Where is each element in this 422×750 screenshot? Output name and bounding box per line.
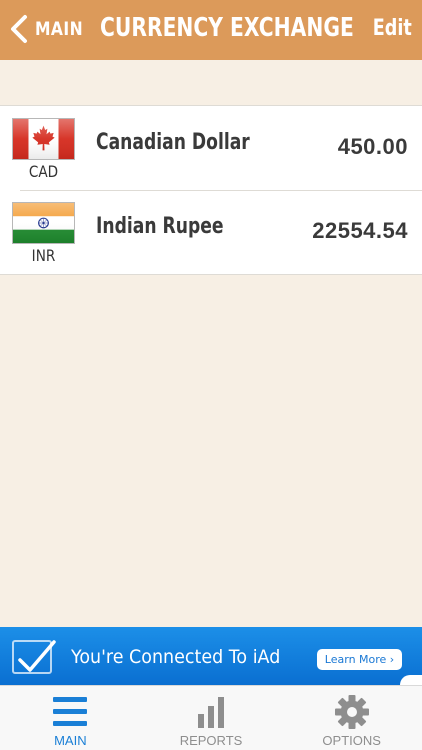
tab-label: MAIN — [54, 733, 87, 748]
checkmark-icon — [12, 640, 56, 674]
tab-main[interactable]: MAIN — [0, 686, 141, 750]
gear-icon — [334, 695, 369, 729]
iad-banner[interactable]: You're Connected To iAd Learn More › — [0, 627, 422, 685]
back-button-label: MAIN — [35, 18, 84, 40]
currency-code: CAD — [28, 162, 59, 181]
currency-amount: 22554.54 — [312, 218, 408, 243]
bar-chart-icon — [198, 697, 224, 728]
learn-more-button[interactable]: Learn More › — [317, 649, 402, 670]
tab-bar: MAIN REPORTS OPTIONS — [0, 685, 422, 750]
tab-label: OPTIONS — [322, 733, 381, 748]
page-title: CURRENCY EXCHANGE — [100, 13, 354, 43]
menu-icon — [53, 697, 88, 726]
currency-list: CAD Canadian Dollar 450.00 INR Indian Ru… — [0, 105, 422, 275]
currency-code: INR — [31, 246, 56, 265]
tab-options[interactable]: OPTIONS — [281, 686, 422, 750]
currency-amount: 450.00 — [337, 134, 408, 159]
india-flag-icon — [12, 202, 75, 244]
back-button[interactable]: MAIN — [8, 10, 94, 48]
ad-message: You're Connected To iAd — [71, 646, 281, 668]
canada-flag-icon — [12, 118, 75, 160]
currency-row-inr[interactable]: INR Indian Rupee 22554.54 — [0, 190, 422, 274]
currency-name: Canadian Dollar — [96, 130, 250, 155]
currency-row-cad[interactable]: CAD Canadian Dollar 450.00 — [0, 106, 422, 190]
tab-reports[interactable]: REPORTS — [141, 686, 282, 750]
ad-corner-tab — [400, 675, 422, 685]
tab-label: REPORTS — [179, 733, 243, 748]
edit-button[interactable]: Edit — [373, 12, 412, 46]
chevron-left-icon — [11, 15, 27, 43]
navigation-bar: MAIN CURRENCY EXCHANGE Edit — [0, 0, 422, 60]
currency-name: Indian Rupee — [96, 214, 224, 239]
